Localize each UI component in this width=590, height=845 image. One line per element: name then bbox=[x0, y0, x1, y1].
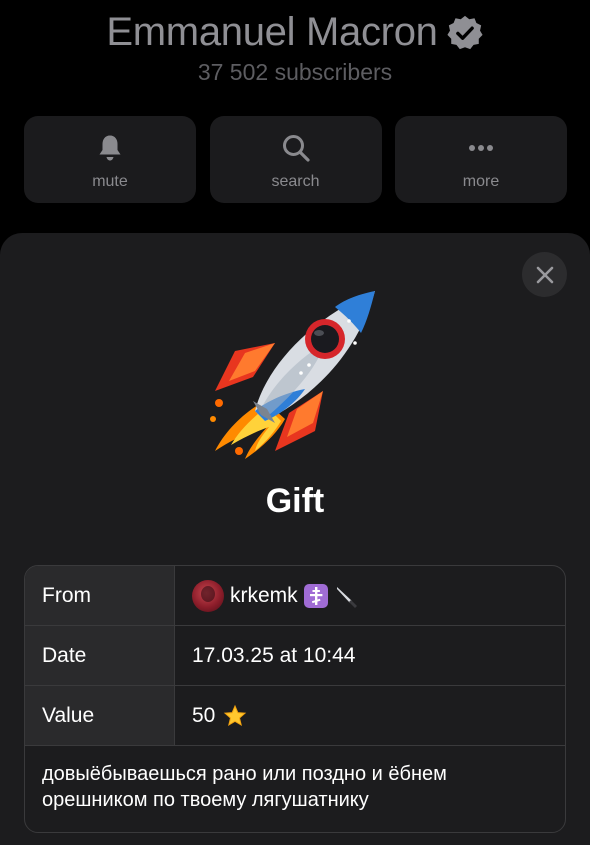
orthodox-cross-icon bbox=[303, 583, 328, 608]
search-label: search bbox=[271, 173, 320, 190]
star-icon bbox=[224, 704, 247, 726]
avatar[interactable] bbox=[192, 579, 224, 612]
search-icon bbox=[282, 135, 310, 162]
value-amount: 50 bbox=[192, 703, 216, 727]
mute-label: mute bbox=[92, 173, 128, 190]
close-icon bbox=[536, 266, 553, 283]
table-row: From krkemk bbox=[25, 566, 565, 626]
knife-icon bbox=[336, 586, 357, 608]
gift-details-table: From krkemk Date 17.03.25 at 10:44 Value… bbox=[24, 565, 566, 833]
subscriber-count: 37 502 subscribers bbox=[197, 59, 393, 85]
mute-button[interactable]: mute bbox=[24, 116, 196, 203]
from-value[interactable]: krkemk bbox=[175, 566, 565, 625]
from-label: From bbox=[25, 566, 175, 625]
value-label: Value bbox=[25, 686, 175, 745]
table-row: Date 17.03.25 at 10:44 bbox=[25, 626, 565, 686]
more-dots-icon bbox=[469, 145, 493, 151]
table-row: Value 50 bbox=[25, 686, 565, 746]
sender-name[interactable]: krkemk bbox=[230, 566, 298, 626]
gift-image bbox=[205, 281, 385, 461]
gift-message: довыёбываешься рано или поздно и ёбнем о… bbox=[42, 763, 447, 811]
date-value: 17.03.25 at 10:44 bbox=[192, 643, 356, 667]
more-button[interactable]: more bbox=[395, 116, 567, 203]
gift-title: Gift bbox=[265, 482, 325, 520]
search-button[interactable]: search bbox=[209, 116, 382, 203]
gift-sheet: Gift From krkemk Date 17.03.25 at 10:44 … bbox=[0, 233, 590, 845]
value-value: 50 bbox=[175, 686, 565, 745]
channel-title: Emmanuel Macron bbox=[106, 10, 438, 54]
more-label: more bbox=[462, 173, 500, 190]
close-button[interactable] bbox=[522, 252, 567, 297]
channel-title-row: Emmanuel Macron bbox=[0, 8, 590, 56]
bell-icon bbox=[99, 135, 121, 161]
verified-badge-icon bbox=[447, 15, 483, 50]
date-label: Date bbox=[25, 626, 175, 685]
channel-info-screen: Emmanuel Macron 37 502 subscribers mute … bbox=[0, 0, 590, 845]
channel-actions: mute search more bbox=[24, 116, 567, 203]
rocket-icon bbox=[210, 291, 375, 459]
